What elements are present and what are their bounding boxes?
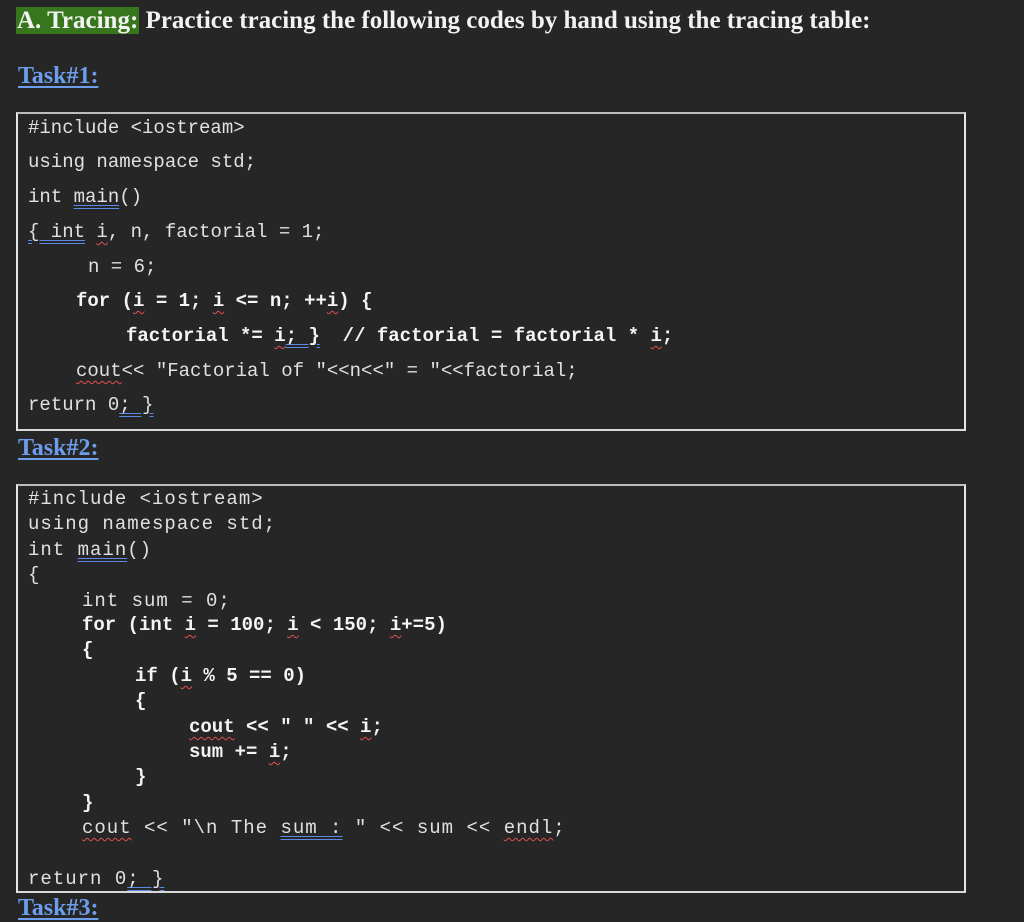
code-line: int sum = 0;	[82, 590, 231, 612]
code-line: { int i, n, factorial = 1;	[28, 220, 324, 244]
code-line: if (i % 5 == 0)	[135, 665, 307, 687]
code-line: cout << " " << i;	[189, 716, 383, 738]
code-line: int main()	[28, 539, 153, 561]
code-line: cout<< "Factorial of "<<n<<" = "<<factor…	[76, 360, 578, 382]
code-line: return 0; }	[28, 868, 165, 890]
code-token: main	[73, 186, 120, 208]
code-line: {	[28, 564, 41, 586]
code-token: ()	[119, 186, 143, 208]
heading-highlight: A. Tracing:	[16, 7, 140, 34]
code-line: n = 6;	[88, 256, 157, 278]
task-1-label: Task#1:	[18, 63, 99, 89]
task-3-label: Task#3:	[18, 895, 99, 921]
code-line: }	[135, 766, 147, 788]
heading-text: Practice tracing the following codes by …	[139, 7, 871, 34]
code-line: #include <iostream>	[28, 117, 245, 139]
code-token: i	[96, 221, 108, 243]
task-2-label: Task#2:	[18, 435, 99, 461]
code-line: for (int i = 100; i < 150; i+=5)	[82, 614, 447, 636]
code-line: using namespace std;	[28, 151, 257, 173]
code-line: using namespace std;	[28, 513, 277, 535]
code-line: {	[82, 639, 94, 661]
code-line: cout << "\n The sum : " << sum << endl;	[82, 817, 566, 839]
code-line: #include <iostream>	[28, 488, 264, 510]
code-token: , n, factorial = 1;	[107, 221, 325, 243]
code-line: }	[82, 792, 94, 814]
code-line: return 0; }	[28, 394, 154, 416]
code-line: for (i = 1; i <= n; ++i) {	[76, 290, 373, 312]
code-line: sum += i;	[189, 741, 292, 763]
section-heading: A. Tracing: Practice tracing the followi…	[16, 6, 871, 36]
code-line: {	[135, 690, 147, 712]
code-token: { int	[28, 221, 86, 243]
code-line: factorial *= i; } // factorial = factori…	[126, 325, 674, 347]
code-token: int	[28, 186, 74, 208]
code-line: int main()	[28, 185, 142, 209]
